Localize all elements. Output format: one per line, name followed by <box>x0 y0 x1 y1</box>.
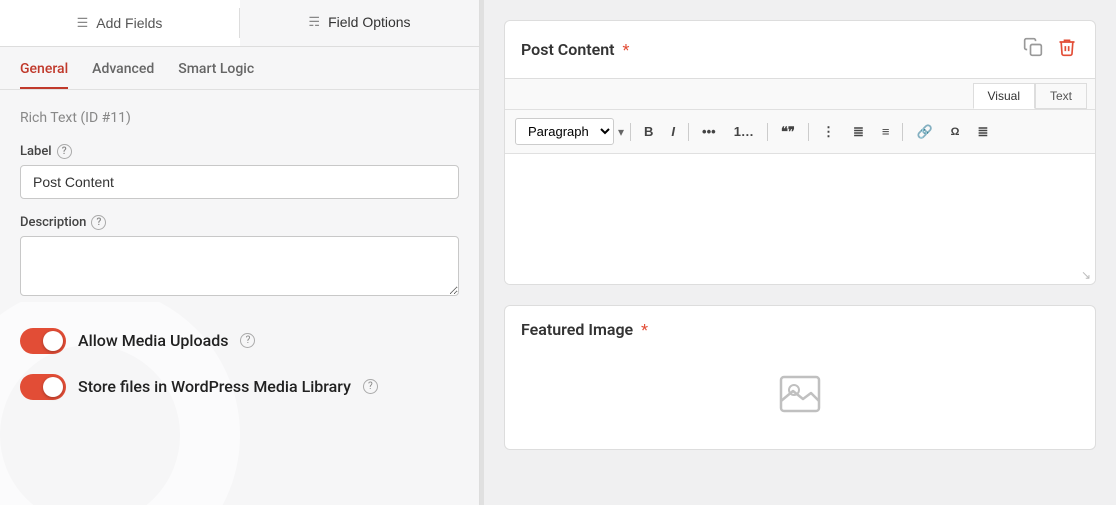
allow-media-row: Allow Media Uploads ? <box>20 318 459 364</box>
bold-button[interactable]: B <box>637 120 660 143</box>
tab-smart-logic[interactable]: Smart Logic <box>178 61 254 89</box>
duplicate-icon <box>1023 37 1043 57</box>
toolbar-divider-4 <box>808 123 809 141</box>
label-field-label: Label ? <box>20 144 459 159</box>
description-help-icon[interactable]: ? <box>91 215 106 230</box>
label-input[interactable] <box>20 165 459 199</box>
align-right-button[interactable]: ≡ <box>875 120 897 143</box>
toolbar-divider-2 <box>688 123 689 141</box>
label-help-icon[interactable]: ? <box>57 144 72 159</box>
allow-media-help-icon[interactable]: ? <box>240 333 255 348</box>
rich-text-editor: Visual Text Paragraph ▾ B I ••• 1… ❝❞ ⋮ … <box>505 78 1095 284</box>
post-content-header: Post Content * <box>505 21 1095 78</box>
delete-icon <box>1057 37 1077 57</box>
label-group: Label ? <box>20 144 459 199</box>
paragraph-select[interactable]: Paragraph <box>515 118 614 145</box>
paragraph-dropdown-arrow: ▾ <box>618 125 624 139</box>
right-panel: Post Content * Visual Te <box>484 0 1116 505</box>
field-options-label: Field Options <box>328 14 410 30</box>
toolbar-divider-3 <box>767 123 768 141</box>
link-button[interactable]: 🔗 <box>909 120 939 144</box>
post-content-title: Post Content * <box>521 40 629 59</box>
featured-image-card: Featured Image * <box>504 305 1096 450</box>
main-tabs: ☰ Add Fields ☴ Field Options <box>0 0 479 47</box>
post-content-required: * <box>623 40 630 59</box>
featured-image-required: * <box>641 320 648 339</box>
allow-media-toggle[interactable] <box>20 328 66 354</box>
left-bottom: Allow Media Uploads ? Store files in Wor… <box>0 302 479 505</box>
featured-image-header: Featured Image * <box>505 306 1095 349</box>
featured-image-title: Featured Image <box>521 320 633 339</box>
rte-toolbar: Paragraph ▾ B I ••• 1… ❝❞ ⋮ ≣ ≡ 🔗 Ω ≣ <box>505 110 1095 154</box>
delete-button[interactable] <box>1055 35 1079 64</box>
tab-general[interactable]: General <box>20 61 68 89</box>
image-placeholder-icon <box>775 369 825 429</box>
toolbar-divider-1 <box>630 123 631 141</box>
description-group: Description ? <box>20 215 459 300</box>
description-input[interactable] <box>20 236 459 296</box>
description-field-label: Description ? <box>20 215 459 230</box>
tab-field-options[interactable]: ☴ Field Options <box>240 0 479 46</box>
field-title: Rich Text (ID #11) <box>20 110 459 126</box>
align-center-button[interactable]: ≣ <box>846 120 871 144</box>
align-left-button[interactable]: ⋮ <box>815 120 842 144</box>
sub-tabs: General Advanced Smart Logic <box>0 47 479 90</box>
rte-resize-handle[interactable]: ↘ <box>1081 268 1091 282</box>
italic-button[interactable]: I <box>664 120 682 143</box>
add-fields-icon: ☰ <box>77 15 89 31</box>
field-content: Rich Text (ID #11) Label ? Description ? <box>0 90 479 302</box>
store-files-toggle[interactable] <box>20 374 66 400</box>
blockquote-button[interactable]: ❝❞ <box>774 120 802 144</box>
duplicate-button[interactable] <box>1021 35 1045 64</box>
field-options-icon: ☴ <box>308 14 320 30</box>
left-panel: ☰ Add Fields ☴ Field Options General Adv… <box>0 0 480 505</box>
allow-media-label: Allow Media Uploads <box>78 331 228 350</box>
rte-tabs: Visual Text <box>505 79 1095 110</box>
add-fields-label: Add Fields <box>96 15 162 31</box>
tab-advanced[interactable]: Advanced <box>92 61 154 89</box>
more-button[interactable]: ≣ <box>970 120 995 144</box>
ul-button[interactable]: ••• <box>695 120 723 143</box>
post-content-actions <box>1021 35 1079 64</box>
post-content-card: Post Content * Visual Te <box>504 20 1096 285</box>
store-files-help-icon[interactable]: ? <box>363 379 378 394</box>
field-id: (ID #11) <box>80 110 131 126</box>
store-files-label: Store files in WordPress Media Library <box>78 377 351 396</box>
rte-tab-visual[interactable]: Visual <box>973 83 1035 109</box>
store-files-row: Store files in WordPress Media Library ? <box>20 364 459 410</box>
ol-button[interactable]: 1… <box>727 120 761 143</box>
tab-add-fields[interactable]: ☰ Add Fields <box>0 0 239 46</box>
featured-image-body <box>505 349 1095 449</box>
special-char-button[interactable]: Ω <box>944 122 967 142</box>
toolbar-divider-5 <box>902 123 903 141</box>
rte-tab-text[interactable]: Text <box>1035 83 1087 109</box>
rte-body[interactable]: ↘ <box>505 154 1095 284</box>
